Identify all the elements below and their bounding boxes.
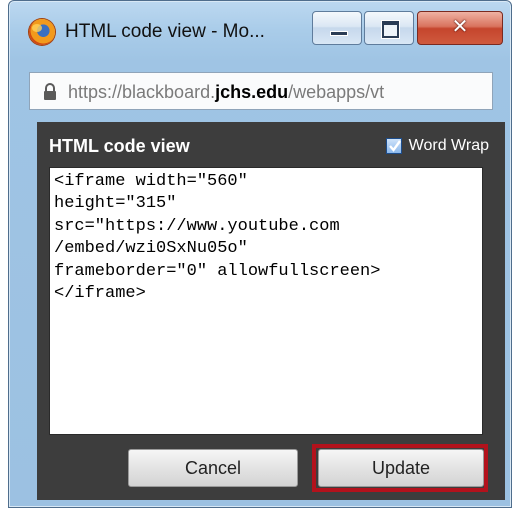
minimize-button[interactable] [312, 11, 362, 45]
close-button[interactable]: ✕ [417, 11, 503, 45]
url-prefix: https://blackboard. [68, 82, 216, 102]
close-icon: ✕ [451, 14, 469, 38]
url-domain: jchs.edu [215, 82, 289, 102]
checkmark-icon [388, 140, 401, 152]
firefox-icon [29, 19, 55, 45]
word-wrap-checkbox[interactable] [385, 138, 402, 154]
html-code-editor[interactable]: <iframe width="560" height="315" src="ht… [49, 167, 483, 435]
cancel-button[interactable]: Cancel [128, 449, 298, 487]
window-title: HTML code view - Mo... [65, 21, 265, 42]
address-bar[interactable]: https://blackboard.jchs.edu/webapps/vt [29, 72, 493, 110]
url-suffix: /webapps/vt [288, 82, 385, 102]
word-wrap-label: Word Wrap [408, 137, 489, 154]
panel-title: HTML code view [49, 136, 190, 156]
browser-popup-window: HTML code view - Mo... ✕ https://blackbo… [8, 0, 512, 508]
maximize-button[interactable] [364, 11, 414, 45]
word-wrap-toggle[interactable]: Word Wrap [385, 137, 489, 155]
title-bar[interactable]: HTML code view - Mo... ✕ [9, 1, 511, 59]
lock-icon [44, 83, 56, 100]
url-text: https://blackboard.jchs.edu/webapps/vt [68, 82, 384, 103]
html-code-view-panel: HTML code view Word Wrap <iframe width="… [37, 122, 505, 500]
maximize-icon [382, 21, 399, 38]
minimize-icon [330, 31, 348, 36]
update-highlight-box [312, 444, 488, 492]
